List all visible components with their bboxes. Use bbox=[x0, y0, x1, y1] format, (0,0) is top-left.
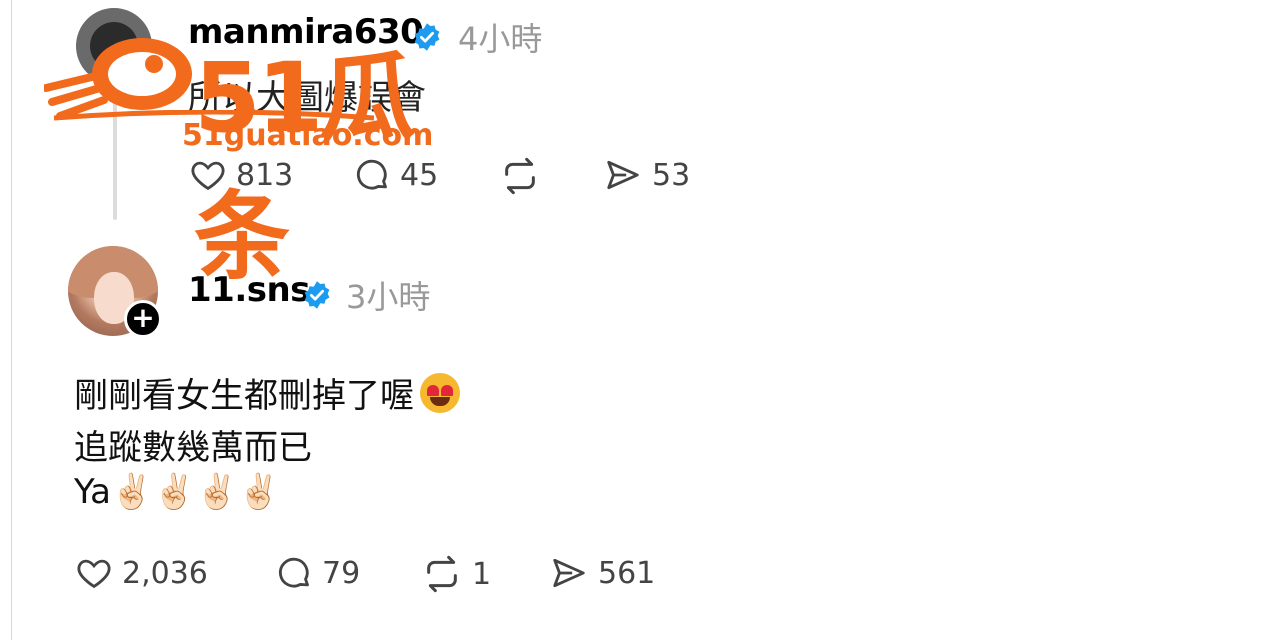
share-count: 53 bbox=[652, 157, 691, 193]
comment-button[interactable]: 45 bbox=[352, 156, 438, 194]
repost-icon bbox=[505, 157, 535, 195]
comment-button[interactable]: 79 bbox=[274, 554, 360, 592]
share-icon bbox=[607, 160, 639, 190]
thread-line bbox=[113, 60, 117, 220]
post-text-line: 追蹤數幾萬而已 bbox=[74, 428, 312, 468]
post-text: 所以大圖爆誤會 bbox=[188, 78, 426, 118]
avatar[interactable] bbox=[76, 8, 152, 84]
share-button[interactable]: 561 bbox=[548, 554, 655, 592]
post-text-line: Ya✌🏻✌🏻✌🏻✌🏻 bbox=[74, 472, 281, 512]
verified-badge-icon bbox=[304, 281, 330, 309]
comment-count: 45 bbox=[400, 157, 439, 193]
share-button[interactable]: 53 bbox=[602, 156, 690, 194]
username[interactable]: 11.sns bbox=[188, 270, 310, 310]
like-count: 813 bbox=[236, 157, 294, 193]
like-button[interactable]: 2,036 bbox=[74, 554, 208, 592]
share-icon bbox=[553, 558, 585, 588]
verified-badge-icon bbox=[414, 23, 440, 51]
repost-button[interactable]: 1 bbox=[420, 554, 491, 594]
post-text-line: 剛剛看女生都刪掉了喔 bbox=[74, 368, 460, 417]
plus-icon[interactable]: + bbox=[124, 300, 162, 338]
comment-icon bbox=[356, 159, 387, 190]
repost-icon bbox=[427, 555, 457, 593]
heart-icon bbox=[77, 559, 111, 589]
post-time: 3小時 bbox=[346, 278, 431, 316]
comment-icon bbox=[278, 557, 309, 588]
repost-count: 1 bbox=[472, 556, 492, 592]
share-count: 561 bbox=[598, 555, 656, 591]
left-border bbox=[11, 0, 12, 640]
comment-count: 79 bbox=[322, 555, 361, 591]
username[interactable]: manmira630 bbox=[188, 12, 424, 52]
repost-button[interactable] bbox=[498, 156, 550, 196]
heart-icon bbox=[191, 161, 225, 191]
like-button[interactable]: 813 bbox=[188, 156, 293, 194]
heart-eyes-emoji-icon bbox=[420, 373, 460, 413]
post-time: 4小時 bbox=[458, 20, 543, 58]
like-count: 2,036 bbox=[122, 555, 208, 591]
